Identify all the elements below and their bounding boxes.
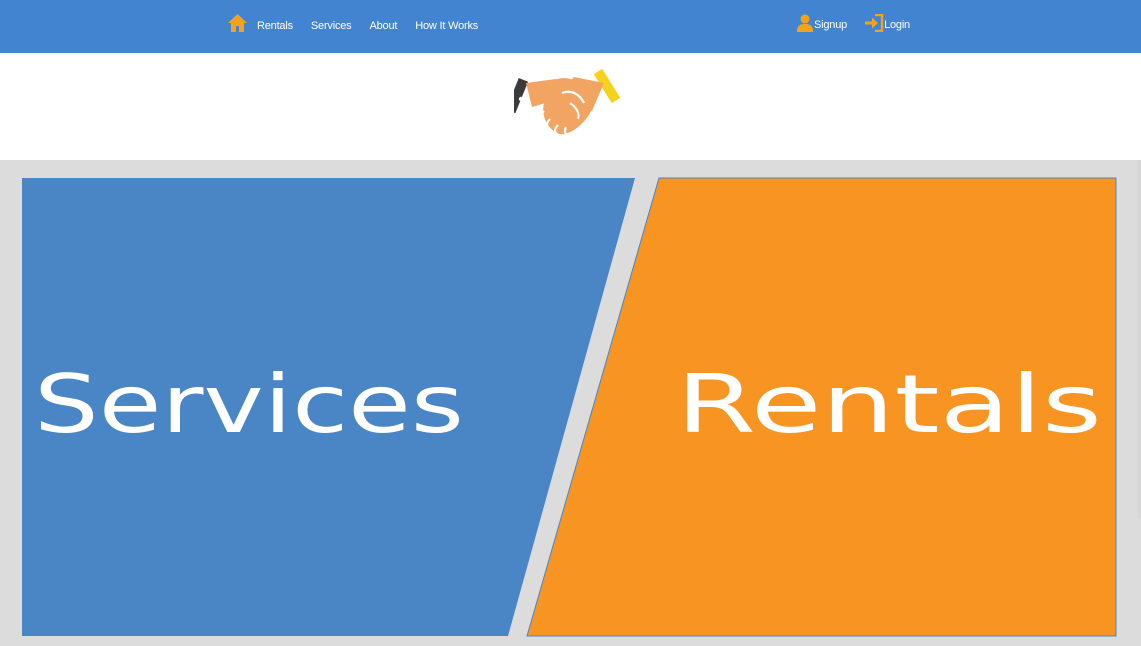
nav-left-group: Rentals Services About How It Works — [228, 11, 496, 33]
nav-auth-group: Signup Login — [796, 10, 927, 32]
handshake-icon[interactable] — [514, 67, 626, 141]
login-label: Login — [884, 19, 910, 31]
login-link[interactable]: Login — [864, 14, 910, 32]
user-icon — [797, 14, 813, 32]
signup-label: Signup — [814, 19, 848, 31]
services-panel-label[interactable]: Services — [34, 358, 464, 451]
nav-link-how-it-works[interactable]: How It Works — [415, 20, 478, 33]
login-icon — [865, 14, 884, 32]
logo-band — [0, 53, 1141, 160]
signup-link[interactable]: Signup — [796, 14, 847, 32]
nav-link-rentals[interactable]: Rentals — [257, 20, 293, 33]
rentals-panel-label[interactable]: Rentals — [676, 358, 1102, 451]
hero-panels: Services Rentals — [22, 177, 1117, 637]
hero-section: Services Rentals — [0, 160, 1141, 646]
home-icon[interactable] — [228, 13, 247, 33]
nav-link-services[interactable]: Services — [311, 20, 352, 33]
scrollbar[interactable] — [1137, 160, 1141, 518]
nav-link-about[interactable]: About — [370, 20, 398, 33]
top-navbar: Rentals Services About How It Works Sign… — [0, 0, 1141, 53]
